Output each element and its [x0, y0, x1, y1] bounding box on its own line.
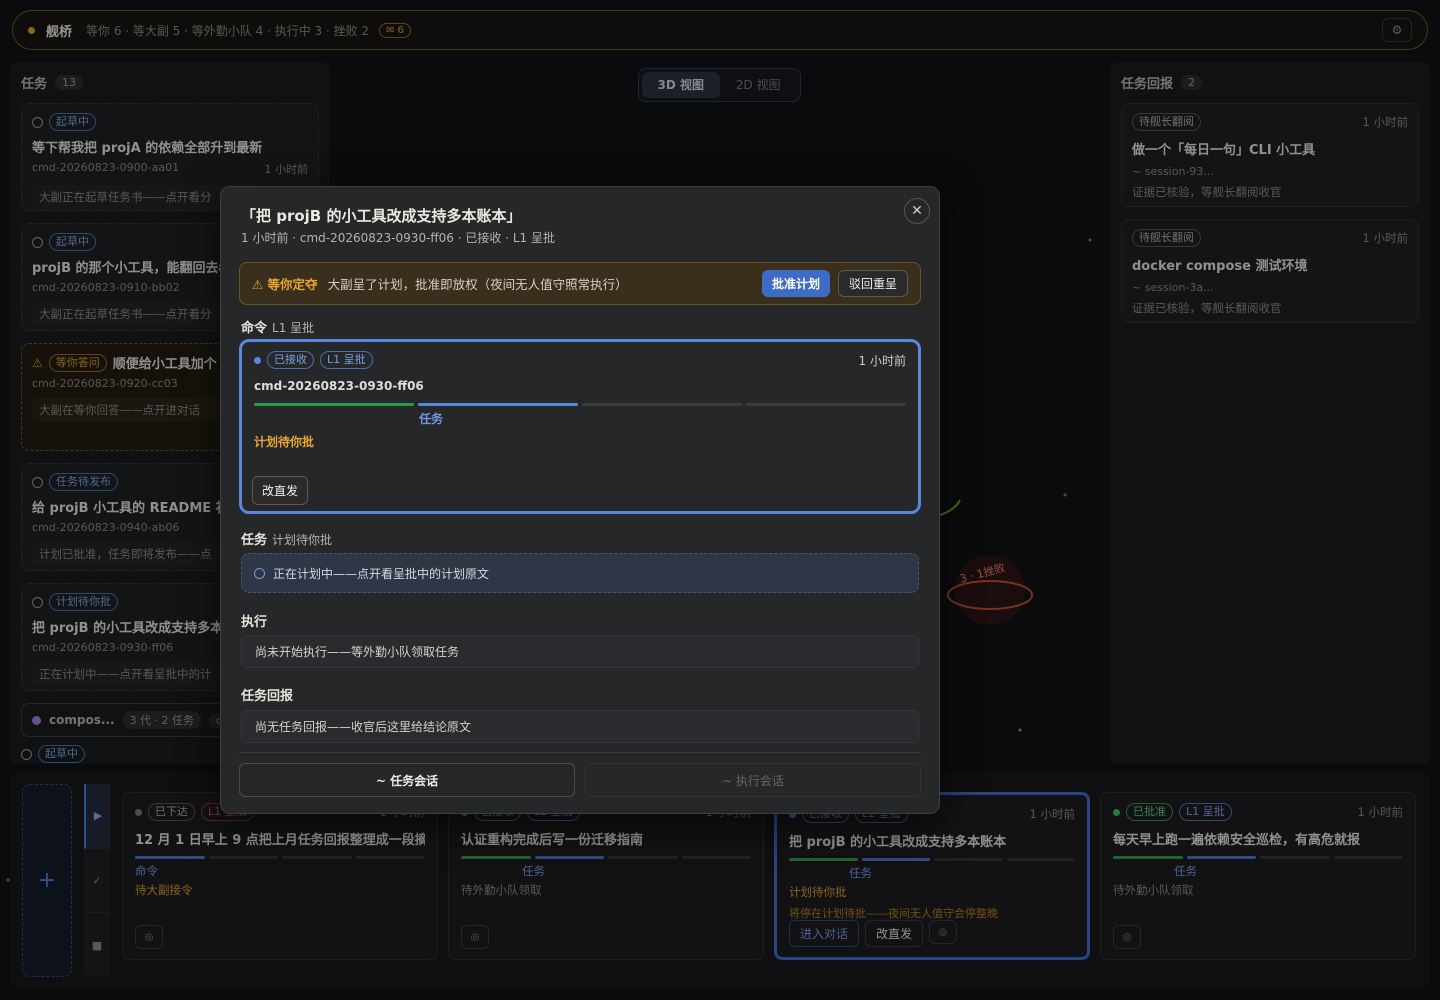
- close-icon: ✕: [911, 203, 923, 219]
- section-title: 命令: [241, 321, 268, 336]
- approval-label: ⚠ 等你定夺: [252, 277, 318, 292]
- command-stage: 任务: [419, 412, 444, 426]
- exec-status-box: 尚未开始执行——等外勤小队领取任务: [241, 635, 919, 668]
- exec-status-text: 尚未开始执行——等外勤小队领取任务: [255, 645, 460, 659]
- direct-send-button[interactable]: 改直发: [252, 476, 309, 505]
- level-badge: L1 呈批: [320, 351, 373, 369]
- report-section-header: 任务回报: [241, 685, 293, 704]
- section-title: 任务回报: [241, 689, 294, 704]
- report-status-box: 尚无任务回报——收官后这里给结论原文: [241, 710, 919, 743]
- divider: [239, 752, 921, 753]
- status-badge: 已接收: [267, 351, 314, 369]
- status-dot: [254, 356, 261, 364]
- section-title: 任务: [241, 533, 268, 548]
- command-section-header: 命令 L1 呈批: [241, 317, 314, 336]
- section-title: 执行: [241, 615, 268, 630]
- approval-text: 大副呈了计划，批准即放权（夜间无人值守照常执行）: [327, 277, 628, 292]
- command-box: 已接收 L1 呈批 1 小时前 cmd-20260823-0930-ff06 任…: [239, 339, 921, 514]
- close-button[interactable]: ✕: [904, 198, 930, 224]
- command-id: cmd-20260823-0930-ff06: [254, 379, 424, 393]
- exec-chat-button: ~ 执行会话: [585, 763, 921, 797]
- command-detail-modal: 「把 projB 的小工具改成支持多本账本」 1 小时前 · cmd-20260…: [220, 186, 940, 814]
- modal-title: 「把 projB 的小工具改成支持多本账本」: [241, 207, 522, 225]
- command-status: 计划待你批: [254, 435, 315, 449]
- plan-link-box[interactable]: 正在计划中——点开看呈批中的计划原文: [241, 553, 919, 593]
- command-progress: [254, 403, 906, 406]
- section-subtitle: L1 呈批: [272, 321, 315, 335]
- modal-subtitle: 1 小时前 · cmd-20260823-0930-ff06 · 已接收 · L…: [241, 231, 555, 245]
- task-section-header: 任务 计划待你批: [241, 529, 332, 548]
- reject-plan-button[interactable]: 驳回重呈: [837, 270, 908, 297]
- plan-link-text: 正在计划中——点开看呈批中的计划原文: [273, 566, 490, 581]
- approve-plan-button[interactable]: 批准计划: [761, 270, 830, 297]
- approval-banner: ⚠ 等你定夺 大副呈了计划，批准即放权（夜间无人值守照常执行） 批准计划 驳回重…: [239, 262, 921, 305]
- command-time: 1 小时前: [858, 353, 906, 368]
- section-subtitle: 计划待你批: [272, 533, 333, 547]
- report-status-text: 尚无任务回报——收官后这里给结论原文: [255, 720, 472, 734]
- exec-section-header: 执行: [241, 611, 267, 630]
- clock-icon: [254, 567, 265, 579]
- task-chat-button[interactable]: ~ 任务会话: [239, 763, 575, 797]
